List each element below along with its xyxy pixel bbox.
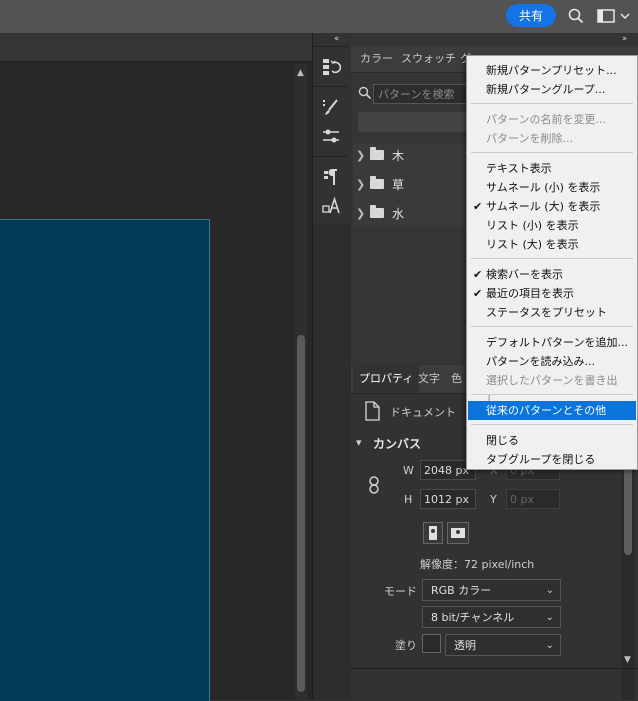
menu-item-disabled: 選択したパターンを書き出し... (486, 374, 618, 406)
menu-item-label: サムネール (大) を表示 (486, 200, 601, 213)
document-label: ドキュメント (390, 406, 456, 419)
menu-separator (471, 152, 633, 153)
menu-item[interactable]: サムネール (小) を表示 (468, 178, 636, 197)
panel-icons-column-empty (312, 224, 351, 700)
collapse-panels-icon[interactable]: ‹‹ (334, 34, 339, 44)
menu-item[interactable]: テキスト表示 (468, 159, 636, 178)
document-tab-bar (0, 33, 312, 62)
pattern-folder[interactable]: ❯ 草 (356, 171, 468, 197)
adjustment-sliders-icon[interactable] (318, 125, 344, 147)
chevron-down-icon: ⌄ (545, 612, 554, 623)
menu-item[interactable]: タブグループを閉じる (468, 450, 636, 469)
height-label: H (404, 493, 413, 506)
menu-item-checked[interactable]: ✔ 最近の項目を表示 (468, 284, 636, 303)
menu-separator (471, 103, 633, 104)
recent-patterns-strip (358, 112, 468, 132)
menu-item-checked[interactable]: ✔ 検索バーを表示 (468, 265, 636, 284)
chevron-right-icon[interactable]: ❯ (356, 207, 370, 220)
fill-value: 透明 (454, 639, 476, 652)
pattern-folder[interactable]: ❯ 木 (356, 142, 468, 168)
y-label: Y (490, 493, 497, 506)
tab-adjustments[interactable]: 色調 (445, 365, 467, 393)
folder-label: 木 (392, 148, 405, 163)
menu-item-checked[interactable]: ✔ サムネール (大) を表示 (468, 197, 636, 216)
chevron-right-icon[interactable]: ❯ (356, 149, 370, 162)
folder-label: 水 (392, 206, 405, 221)
paragraph-icon[interactable] (318, 166, 344, 188)
menu-separator (471, 326, 633, 327)
height-input[interactable]: 1012 px (420, 489, 476, 509)
patterns-flyout-menu: 新規パターンプリセット... 新規パターングループ... パターンの名前を変更.… (466, 55, 638, 470)
pattern-search-input[interactable]: パターンを検索 (373, 84, 473, 104)
bit-depth-value: 8 bit/チャンネル (431, 611, 515, 624)
search-icon (358, 86, 372, 100)
expand-panels-icon[interactable]: ›› (622, 34, 627, 44)
checkmark-icon: ✔ (473, 200, 483, 213)
folder-label: 草 (392, 177, 405, 192)
panel-dock-header (351, 33, 638, 46)
fill-swatch[interactable] (422, 634, 441, 653)
menu-item[interactable]: 新規パターンプリセット... (468, 61, 636, 80)
pattern-folder[interactable]: ❯ 水 (356, 200, 468, 226)
menu-item-highlighted[interactable]: 従来のパターンとその他 (468, 401, 636, 420)
chevron-down-icon: ⌄ (545, 585, 554, 596)
menu-item-label: 検索バーを表示 (486, 268, 563, 281)
menu-item[interactable]: 閉じる (468, 431, 636, 450)
y-input[interactable]: 0 px (506, 489, 560, 509)
brush-settings-icon[interactable] (318, 96, 344, 118)
chevron-right-icon[interactable]: ❯ (356, 178, 370, 191)
menu-item[interactable]: リスト (小) を表示 (468, 216, 636, 235)
menu-separator (471, 258, 633, 259)
width-label: W (403, 464, 414, 477)
checkmark-icon: ✔ (473, 268, 483, 281)
fill-label: 塗り (395, 639, 417, 652)
history-icon[interactable] (318, 56, 344, 78)
color-mode-select[interactable]: RGB カラー ⌄ (422, 579, 561, 601)
tab-properties[interactable]: プロパティ (353, 365, 420, 393)
bit-depth-select[interactable]: 8 bit/チャンネル ⌄ (422, 606, 561, 628)
panel-divider (351, 668, 638, 669)
menu-separator (471, 394, 633, 395)
color-mode-value: RGB カラー (431, 584, 492, 597)
portrait-orientation-icon[interactable] (423, 522, 443, 544)
menu-item-disabled: パターンの名前を変更... (486, 113, 606, 126)
mode-label: モード (384, 585, 417, 598)
menu-item[interactable]: リスト (大) を表示 (468, 235, 636, 254)
menu-item[interactable]: ステータスをプリセット (468, 303, 636, 322)
menu-item[interactable]: デフォルトパターンを追加... (468, 333, 636, 352)
scroll-up-arrow-icon[interactable]: ▲ (297, 68, 304, 78)
folder-icon (370, 176, 384, 189)
workspace-switcher-icon[interactable] (597, 8, 631, 24)
scroll-down-arrow-icon[interactable]: ▼ (624, 655, 631, 665)
search-icon[interactable] (568, 8, 584, 24)
folder-icon (370, 205, 384, 218)
character-styles-icon[interactable] (318, 195, 344, 217)
menu-separator (471, 424, 633, 425)
folder-icon (370, 147, 384, 160)
landscape-orientation-icon[interactable] (447, 522, 469, 544)
document-canvas[interactable] (0, 219, 210, 701)
checkmark-icon: ✔ (473, 287, 483, 300)
resolution-readout: 解像度：72 pixel/inch (420, 558, 535, 571)
menu-item[interactable]: 新規パターングループ... (468, 80, 636, 99)
menu-item-label: 最近の項目を表示 (486, 287, 574, 300)
chevron-down-icon: ⌄ (545, 640, 554, 651)
document-icon (362, 401, 382, 424)
document-scroll-thumb[interactable] (297, 335, 305, 692)
share-button[interactable]: 共有 (506, 4, 556, 27)
canvas-section-header[interactable]: カンバス (373, 435, 421, 452)
tab-character[interactable]: 文字 (412, 365, 446, 393)
fill-select[interactable]: 透明 ⌄ (445, 634, 561, 656)
menu-item-disabled: パターンを削除... (486, 132, 573, 145)
link-icon[interactable] (367, 475, 381, 498)
chevron-down-icon[interactable]: ▾ (356, 436, 362, 449)
menu-item[interactable]: パターンを読み込み... (468, 352, 636, 371)
